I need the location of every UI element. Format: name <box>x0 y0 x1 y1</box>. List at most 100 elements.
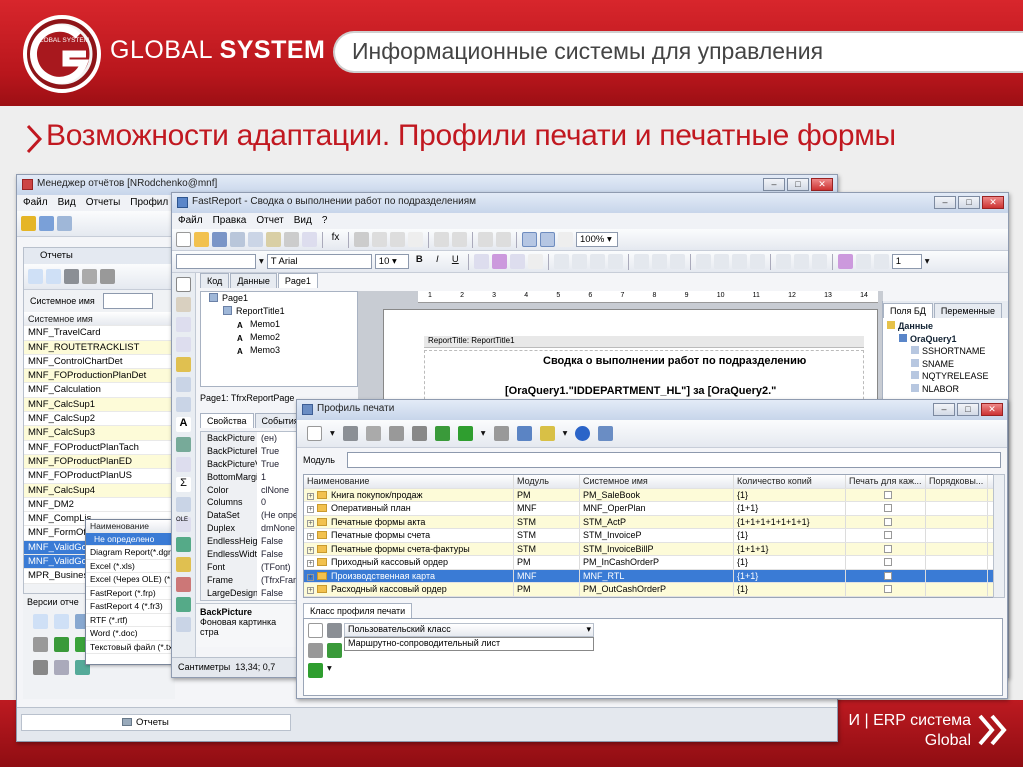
pp-new-icon[interactable] <box>307 426 322 441</box>
fr-prop-row[interactable]: LargeDesignI False <box>201 586 299 600</box>
fr-text-tool-icon[interactable] <box>176 337 191 352</box>
report-list-item[interactable]: MNF_CalcSup1 <box>24 397 174 413</box>
format-option-selected[interactable]: Не определено <box>86 533 184 546</box>
fr-db-node[interactable]: OraQuery1 <box>887 333 1006 346</box>
fr-prop-value[interactable]: True <box>257 444 299 458</box>
fr-font-size-select[interactable]: 10 ▾ <box>374 254 409 269</box>
fr-align-left-icon[interactable] <box>553 254 569 269</box>
fr-font-select[interactable]: T Arial <box>266 254 372 269</box>
version-new-icon[interactable] <box>33 614 48 629</box>
report-list-item[interactable]: MNF_CalcSup3 <box>24 426 174 441</box>
pp-class-refresh-icon[interactable] <box>327 643 342 658</box>
version-refresh-icon[interactable] <box>54 637 69 652</box>
pp-filter-icon[interactable] <box>457 426 473 441</box>
pp-wizard-icon[interactable] <box>539 426 555 441</box>
minimize-button[interactable]: – <box>763 178 785 191</box>
pp-class-new-icon[interactable] <box>308 623 323 638</box>
pp-class-delete-icon[interactable] <box>327 623 342 638</box>
menu-view[interactable]: Вид <box>58 197 76 209</box>
expand-icon[interactable]: + <box>307 587 314 594</box>
pp-column-header[interactable]: Системное имя <box>580 475 734 488</box>
pp-print-each-checkbox[interactable] <box>884 490 892 499</box>
pp-class-column[interactable]: Пользовательский класс ▾ <box>344 623 594 637</box>
fr-bold-icon[interactable]: B <box>412 254 427 269</box>
fr-prop-row[interactable]: EndlessHeigh False <box>201 535 299 549</box>
fr-tab-page1[interactable]: Page1 <box>277 273 318 288</box>
fr-delete-page-icon[interactable] <box>284 232 299 247</box>
menu-file[interactable]: Файл <box>23 197 48 209</box>
version-copy-icon[interactable] <box>54 614 69 629</box>
report-list-item[interactable]: MNF_FOProductionPlanDet <box>24 369 174 384</box>
fr-frame-right-icon[interactable] <box>749 254 765 269</box>
fr-prop-value[interactable]: (ен) <box>257 432 299 445</box>
fr-prop-row[interactable]: Duplex dmNone <box>201 522 299 536</box>
pp-save-icon[interactable] <box>411 426 427 441</box>
fr-shadow-icon[interactable] <box>811 254 827 269</box>
fr-prop-value[interactable]: (TfrxFram <box>257 573 299 587</box>
fr-memo-heading[interactable]: Сводка о выполнении работ по подразделен… <box>543 355 806 367</box>
copy-icon[interactable] <box>46 269 61 284</box>
format-option[interactable]: FastReport 4 (*.fr3) <box>86 600 184 614</box>
fr-ungroup-icon[interactable] <box>496 232 511 247</box>
fr-select-tool-icon[interactable] <box>176 277 191 292</box>
report-list-item[interactable]: MNF_ROUTETRACKLIST <box>24 340 174 355</box>
fr-format-painter-icon[interactable] <box>408 232 423 247</box>
fr-tab-data[interactable]: Данные <box>230 273 277 288</box>
pp-column-header[interactable]: Наименование <box>304 475 514 488</box>
report-list-item[interactable]: MNF_TravelCard <box>24 326 174 341</box>
fr-prop-row[interactable]: Frame (TfrxFram <box>201 573 299 587</box>
fr-align-top-icon[interactable] <box>633 254 649 269</box>
fr-prop-row[interactable]: BackPicture (ен) <box>201 432 299 445</box>
format-option[interactable]: Excel (*.xls) <box>86 560 184 573</box>
fr-page-tool-icon[interactable] <box>176 397 191 412</box>
fr-prop-value[interactable]: clNone <box>257 483 299 497</box>
fr-db-node[interactable]: SSHORTNAME <box>887 345 1006 358</box>
pp-print-each-checkbox[interactable] <box>884 571 892 580</box>
format-option[interactable]: Excel (Через OLE) (*.xls) <box>86 573 184 587</box>
version-print-icon[interactable] <box>33 660 48 675</box>
pp-grid-row[interactable]: + Печатные формы счета-фактуры STM STM_Invo… <box>304 542 994 556</box>
doc-icon[interactable] <box>39 216 54 231</box>
fr-highlight-icon[interactable] <box>491 254 507 269</box>
fr-new-dialog-icon[interactable] <box>266 232 281 247</box>
pp-print-each-checkbox[interactable] <box>884 558 892 566</box>
fr-ole-tool-icon[interactable]: OLE <box>176 517 191 532</box>
fr-tree-node[interactable]: Page1 <box>201 292 357 305</box>
fr-subreport-tool-icon[interactable] <box>176 457 191 472</box>
report-list-item[interactable]: MNF_FOProductPlanED <box>24 454 174 470</box>
fr-cut-icon[interactable] <box>354 232 369 247</box>
pp-close-button[interactable]: ✕ <box>981 403 1003 416</box>
fr-new-icon[interactable] <box>176 232 191 247</box>
fr-frame-none-icon[interactable] <box>793 254 809 269</box>
fr-align-middle-icon[interactable] <box>651 254 667 269</box>
pp-module-select[interactable] <box>346 452 1001 468</box>
fr-format-tool-icon[interactable] <box>176 357 191 372</box>
format-option[interactable]: RTF (*.rtf) <box>86 614 184 627</box>
pp-class-value[interactable]: Маршрутно-сопроводительный лист <box>344 637 594 651</box>
fr-tab-code[interactable]: Код <box>200 273 230 288</box>
fr-grid-icon[interactable] <box>522 232 537 247</box>
fr-font-color-icon[interactable] <box>473 254 489 269</box>
cut-icon[interactable] <box>100 269 115 284</box>
report-list-item[interactable]: MNF_CalcSup2 <box>24 412 174 427</box>
pp-exit-icon[interactable] <box>598 426 614 441</box>
fr-align-center-icon[interactable] <box>571 254 587 269</box>
fr-style-select[interactable] <box>176 254 256 269</box>
pp-column-header[interactable]: Количество копий <box>734 475 846 488</box>
fr-fill-color-icon[interactable] <box>837 254 853 269</box>
fr-paste-icon[interactable] <box>390 232 405 247</box>
pp-grid-row[interactable]: + Оперативный план MNF MNF_OperPlan {1+1} <box>304 502 994 516</box>
fr-prop-row[interactable]: Columns 0 <box>201 496 299 510</box>
fr-frame-all-icon[interactable] <box>775 254 791 269</box>
pp-grid-row[interactable]: + Приходный кассовый ордер PM PM_InCashOrde… <box>304 556 994 570</box>
fr-menu-view[interactable]: Вид <box>294 215 312 227</box>
fr-align-right-icon[interactable] <box>589 254 605 269</box>
fr-prop-value[interactable]: False <box>257 586 299 600</box>
fr-prop-value[interactable]: 1 <box>257 470 299 484</box>
fr-minimize-button[interactable]: – <box>934 196 956 209</box>
pp-grid-scrollbar[interactable] <box>993 474 1005 598</box>
clear-icon[interactable] <box>82 269 97 284</box>
fr-db-node[interactable]: Данные <box>887 320 1006 333</box>
expand-icon[interactable]: + <box>307 560 314 567</box>
fr-rotate-icon[interactable] <box>509 254 525 269</box>
